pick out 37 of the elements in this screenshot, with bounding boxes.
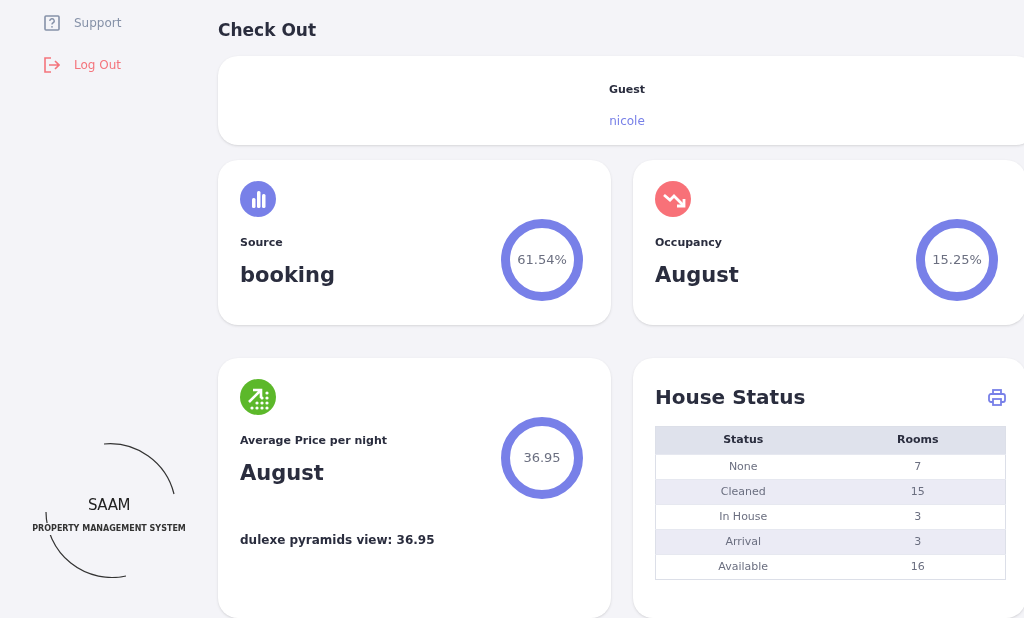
donut-ring: 15.25%	[916, 219, 998, 301]
table-cell: None	[655, 454, 831, 480]
table-cell: 7	[830, 454, 1006, 480]
nav-link[interactable]: Support	[44, 14, 122, 32]
table-cell: 16	[830, 554, 1006, 580]
stat-value: August	[240, 459, 324, 487]
guest-name: nicole	[609, 113, 645, 130]
stat-value: booking	[240, 261, 336, 289]
guest-label: Guest	[608, 81, 646, 98]
logout-icon	[44, 57, 60, 73]
table-cell: Cleaned	[655, 479, 831, 505]
card-title: House Status	[655, 384, 806, 411]
stat-label: Occupancy	[655, 235, 723, 251]
print-button[interactable]	[988, 388, 1006, 406]
table-cell: In House	[655, 504, 831, 530]
help-icon	[44, 15, 60, 31]
stat-label: Source	[240, 235, 283, 251]
table-cell: Available	[655, 554, 831, 580]
column-header: Status	[655, 426, 831, 455]
table-cell: Arrival	[655, 529, 831, 555]
trend-up-icon	[240, 379, 276, 415]
print-icon	[988, 388, 1006, 406]
donut-ring: 36.95	[501, 417, 583, 499]
table-cell: 15	[830, 479, 1006, 505]
logo-tagline: PROPERTY MANAGEMENT SYSTEM	[30, 522, 188, 535]
table-cell: 3	[830, 529, 1006, 555]
table-cell: 3	[830, 504, 1006, 530]
column-header: Rooms	[830, 426, 1006, 455]
bar-chart-icon	[240, 181, 276, 217]
stat-label: Average Price per night	[240, 433, 387, 449]
page-title: Check Out	[218, 19, 317, 42]
donut-ring: 61.54%	[501, 219, 583, 301]
nav-link[interactable]: Log Out	[44, 56, 121, 74]
logo-name: SAAM	[87, 495, 131, 516]
stat-value: August	[655, 261, 739, 289]
trend-down-icon	[655, 181, 691, 217]
room-price-note: dulexe pyramids view: 36.95	[240, 532, 435, 549]
